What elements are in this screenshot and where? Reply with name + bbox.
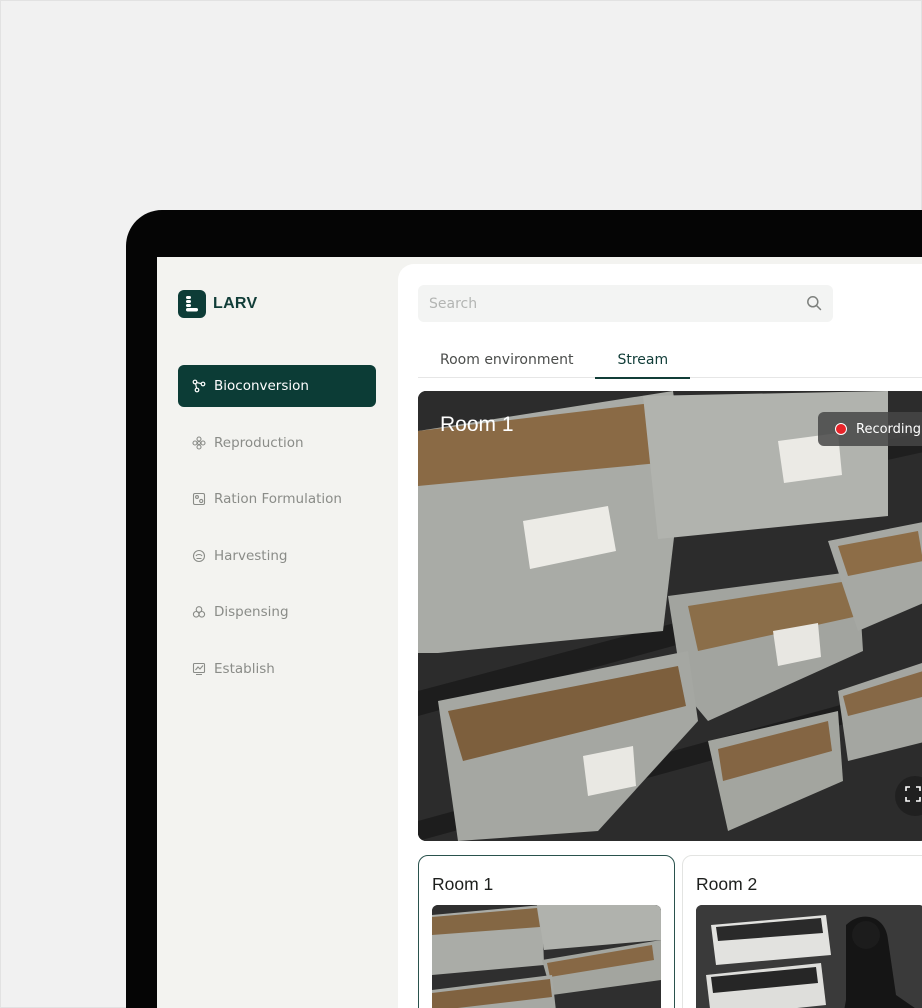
recipe-icon [192,492,206,506]
search-bar [418,285,833,322]
sidebar-item-label: Dispensing [214,604,289,621]
sidebar-item-bioconversion[interactable]: Bioconversion [178,365,376,407]
chart-icon [192,662,206,676]
sidebar-item-dispensing[interactable]: Dispensing [178,591,376,633]
sidebar-item-label: Ration Formulation [214,491,342,508]
stream-video[interactable]: Room 1 Recording [418,391,922,841]
recording-badge[interactable]: Recording [818,412,922,446]
room-thumbnail [696,905,922,1008]
tab-room-environment[interactable]: Room environment [418,346,595,378]
room-thumbnail [432,905,661,1008]
sidebar-item-label: Establish [214,660,275,677]
room-card-title: Room 1 [432,874,494,894]
brand[interactable]: LARV [178,290,257,318]
fullscreen-icon [905,786,921,806]
brand-name: LARV [213,295,258,312]
search-icon[interactable] [806,295,822,315]
larva-logo-icon [178,290,206,318]
sidebar-item-label: Harvesting [214,547,288,564]
tab-bar: Room environment Stream [418,346,922,379]
sidebar-item-ration-formulation[interactable]: Ration Formulation [178,478,376,520]
main-panel: Room environment Stream [398,264,922,1008]
stream-title: Room 1 [440,413,514,436]
recording-label: Recording [856,421,922,437]
sidebar-item-label: Bioconversion [214,378,309,394]
recording-dot-icon [835,423,847,435]
molecule-icon [192,379,206,393]
room-card-1[interactable]: Room 1 [418,855,675,1008]
stream-video-frame [418,391,922,841]
dispense-icon [192,605,206,619]
sidebar-item-harvesting[interactable]: Harvesting [178,535,376,577]
room-card-title: Room 2 [696,874,758,894]
sidebar-item-label: Reproduction [214,434,304,451]
sidebar-item-reproduction[interactable]: Reproduction [178,422,376,464]
sidebar-item-establish[interactable]: Establish [178,648,376,690]
app-screen: LARV Bioconversion Reproduction Ration F… [157,257,922,1008]
sidebar-nav: Bioconversion Reproduction Ration Formul… [178,365,376,705]
harvest-icon [192,549,206,563]
flower-icon [192,436,206,450]
search-input[interactable] [429,295,789,312]
room-card-2[interactable]: Room 2 [682,855,922,1008]
tab-stream[interactable]: Stream [595,346,690,379]
